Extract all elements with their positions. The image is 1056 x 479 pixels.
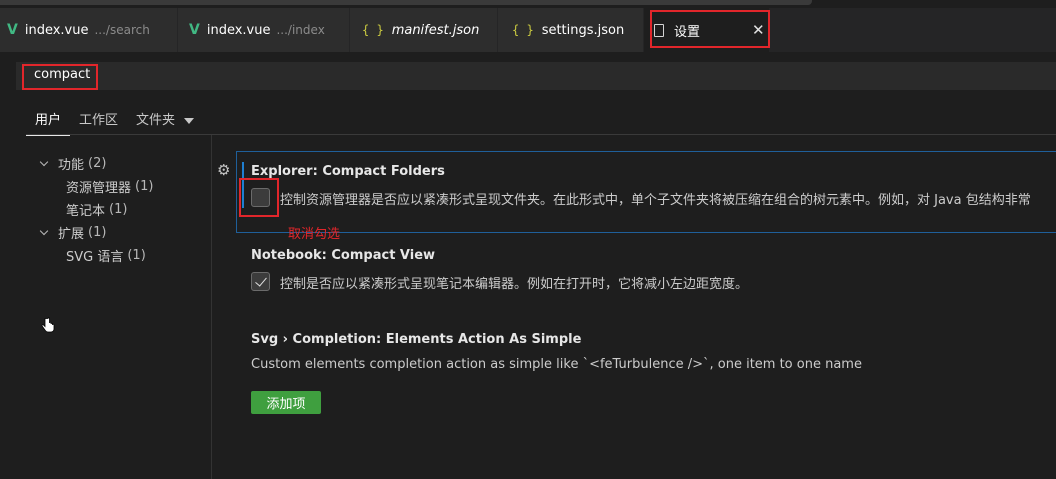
settings-scope-tabs: 用户 工作区 文件夹 <box>26 105 203 136</box>
tab-label: manifest.json <box>391 22 480 38</box>
tab-manifest-json[interactable]: { } manifest.json <box>350 8 498 52</box>
scope-tabs-divider <box>26 134 1056 135</box>
toc-label: 资源管理器 <box>66 181 132 196</box>
editor-tab-bar: V index.vue .../search V index.vue .../i… <box>0 8 1056 52</box>
tab-folder[interactable]: 文件夹 <box>127 105 203 135</box>
modified-indicator <box>242 162 244 208</box>
gear-icon[interactable]: ⚙ <box>217 162 233 178</box>
tab-index-vue-index[interactable]: V index.vue .../index <box>178 8 350 52</box>
tab-workspace[interactable]: 工作区 <box>70 105 127 135</box>
toc-item-features[interactable]: 功能 (2) <box>40 152 153 175</box>
scrollbar-thumb[interactable] <box>0 0 812 5</box>
tab-label: 设置 <box>674 24 701 40</box>
setting-category: Explorer: <box>251 164 323 179</box>
tab-label: index.vue <box>206 22 271 38</box>
setting-category: Svg › Completion: <box>251 332 386 347</box>
settings-search-input[interactable] <box>34 67 434 82</box>
setting-title-svg-completion: Svg › Completion: Elements Action As Sim… <box>251 332 581 347</box>
chevron-down-icon <box>40 228 50 238</box>
toc-label: SVG 语言 <box>66 250 124 265</box>
toc-label: 笔记本 <box>66 204 106 219</box>
toc-count: (1) <box>109 202 128 217</box>
json-braces-icon: { } <box>362 23 384 37</box>
tab-description: .../index <box>276 23 325 37</box>
hand-cursor-icon <box>41 317 55 333</box>
chevron-down-icon <box>184 117 195 124</box>
add-item-button[interactable]: 添加项 <box>251 391 321 414</box>
explorer-compact-folders-checkbox[interactable] <box>251 188 270 207</box>
toc-divider <box>211 135 212 479</box>
setting-description: 控制资源管理器是否应以紧凑形式呈现文件夹。在此形式中，单个子文件夹将被压缩在组合… <box>280 193 1031 208</box>
vue-icon: V <box>189 22 200 38</box>
toc-label: 扩展 <box>58 227 85 242</box>
tab-index-vue-search[interactable]: V index.vue .../search <box>0 8 178 52</box>
toc-count: (2) <box>88 156 107 171</box>
toc-count: (1) <box>127 248 146 263</box>
setting-name: Compact Folders <box>322 164 445 179</box>
setting-name: Elements Action As Simple <box>385 332 582 347</box>
tab-settings-ui[interactable]: 设置 ✕ <box>644 8 770 52</box>
toc-item-extensions[interactable]: 扩展 (1) <box>40 221 153 244</box>
notebook-compact-view-checkbox[interactable] <box>251 272 270 291</box>
tab-settings-json[interactable]: { } settings.json <box>498 8 644 52</box>
settings-search-box[interactable] <box>16 62 1056 90</box>
setting-category: Notebook: <box>251 248 332 263</box>
toc-label: 功能 <box>58 158 85 173</box>
close-icon[interactable]: ✕ <box>752 21 765 39</box>
top-scrollbar[interactable] <box>0 0 1056 8</box>
toc-count: (1) <box>135 179 154 194</box>
setting-description: Custom elements completion action as sim… <box>251 357 862 372</box>
chevron-down-icon <box>40 159 50 169</box>
tab-label: index.vue <box>24 22 89 38</box>
settings-toc-tree: 功能 (2) 资源管理器 (1) 笔记本 (1) 扩展 (1) SVG 语言 (… <box>40 152 153 267</box>
setting-name: Compact View <box>331 248 436 263</box>
tab-description: .../search <box>94 23 150 37</box>
toc-item-notebook[interactable]: 笔记本 (1) <box>40 198 153 221</box>
toc-count: (1) <box>88 225 107 240</box>
toc-item-svg-language[interactable]: SVG 语言 (1) <box>40 244 153 267</box>
toc-item-explorer[interactable]: 资源管理器 (1) <box>40 175 153 198</box>
setting-title-notebook-compact-view: Notebook: Compact View <box>251 248 435 263</box>
tab-folder-label: 文件夹 <box>136 113 176 128</box>
tab-label: settings.json <box>541 22 625 38</box>
file-icon <box>654 23 664 37</box>
setting-title-explorer-compact-folders: Explorer: Compact Folders <box>251 164 445 179</box>
vue-icon: V <box>7 22 18 38</box>
annotation-uncheck: 取消勾选 <box>288 227 341 242</box>
setting-description: 控制是否应以紧凑形式呈现笔记本编辑器。例如在打开时，它将减小左边距宽度。 <box>280 277 749 292</box>
json-braces-icon: { } <box>512 23 534 37</box>
tab-user[interactable]: 用户 <box>26 105 71 136</box>
